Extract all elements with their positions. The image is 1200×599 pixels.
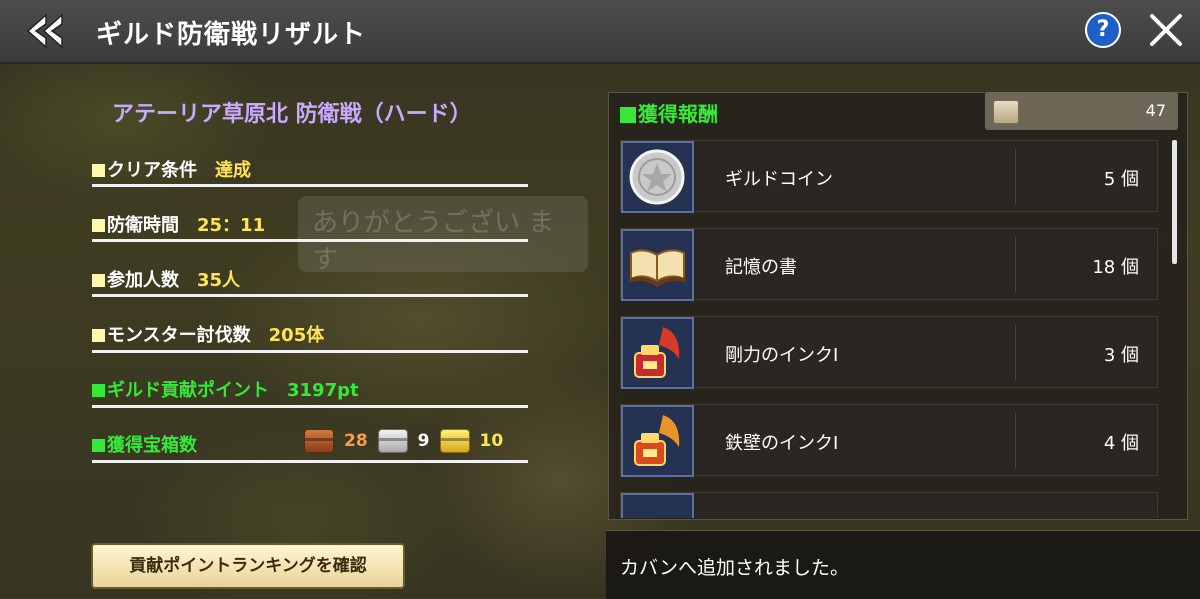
bullet-square bbox=[92, 164, 105, 177]
reward-list[interactable]: ギルドコイン 5 個 記憶の書 18 個 剛力のインクⅠ 3 個 鉄壁のインクⅠ… bbox=[620, 140, 1160, 518]
close-icon bbox=[1150, 14, 1182, 46]
reward-name: ギルドコイン bbox=[725, 169, 833, 190]
gold-chest-icon bbox=[439, 429, 470, 453]
reward-row[interactable]: 記憶の書 18 個 bbox=[620, 228, 1158, 301]
reward-row[interactable]: ギルドコイン 5 個 bbox=[620, 140, 1158, 213]
ink-icon bbox=[621, 405, 694, 477]
ink-icon bbox=[621, 317, 694, 389]
stat-clear-condition: クリア条件 達成 bbox=[92, 156, 528, 182]
reward-name: 鉄壁のインクⅠ bbox=[725, 433, 839, 454]
bullet-square bbox=[92, 329, 105, 342]
divider bbox=[92, 239, 528, 242]
reward-header: 獲得報酬 bbox=[620, 98, 718, 127]
silver-chest-icon bbox=[377, 429, 408, 453]
divider bbox=[1015, 149, 1016, 205]
bronze-chest-count: 28 bbox=[344, 431, 368, 451]
book-icon bbox=[621, 229, 694, 301]
divider bbox=[92, 405, 528, 408]
reward-row[interactable]: 鉄壁のインクⅠ 4 個 bbox=[620, 404, 1158, 477]
reward-quantity: 18 個 bbox=[1092, 257, 1139, 278]
stat-defense-time: 防衛時間 25：11 bbox=[92, 211, 528, 237]
bullet-square bbox=[92, 219, 105, 232]
page-title: ギルド防衛戦リザルト bbox=[96, 20, 367, 50]
bullet-square bbox=[620, 107, 636, 123]
divider bbox=[92, 350, 528, 353]
close-button[interactable] bbox=[1146, 10, 1186, 50]
bullet-square bbox=[92, 384, 105, 397]
divider bbox=[92, 294, 528, 297]
bronze-chest-icon bbox=[304, 429, 334, 453]
divider bbox=[92, 460, 528, 463]
bag-count-box: 47 bbox=[985, 92, 1178, 130]
back-arrow-icon bbox=[26, 13, 63, 49]
divider bbox=[1015, 325, 1016, 381]
divider bbox=[1015, 237, 1016, 293]
divider bbox=[92, 184, 528, 187]
bullet-square bbox=[92, 439, 105, 452]
reward-row[interactable]: 剛力のインクⅠ 3 個 bbox=[620, 316, 1158, 389]
reward-quantity: 3 個 bbox=[1103, 345, 1139, 366]
reward-name: 剛力のインクⅠ bbox=[725, 345, 839, 366]
reward-list-scrollbar[interactable] bbox=[1172, 140, 1177, 264]
gold-chest-count: 10 bbox=[479, 431, 504, 451]
bag-icon bbox=[993, 100, 1019, 124]
reward-name: 記憶の書 bbox=[725, 257, 797, 278]
stat-guild-points: ギルド貢献ポイント 3197pt bbox=[92, 376, 528, 402]
toast-notification: カバンへ追加されました。 bbox=[606, 530, 1200, 599]
help-button[interactable]: ? bbox=[1085, 12, 1121, 48]
stat-participants: 参加人数 35人 bbox=[92, 266, 528, 292]
ranking-button[interactable]: 貢献ポイントランキングを確認 bbox=[91, 543, 405, 589]
coin-icon bbox=[621, 141, 694, 213]
silver-chest-count: 9 bbox=[417, 431, 430, 451]
reward-quantity: 5 個 bbox=[1103, 169, 1139, 190]
reward-quantity: 4 個 bbox=[1103, 433, 1139, 454]
stage-title: アテーリア草原北 防衛戦（ハード） bbox=[112, 102, 472, 127]
ink-icon bbox=[621, 493, 694, 518]
bag-count: 47 bbox=[1145, 101, 1166, 120]
reward-row-partial[interactable] bbox=[620, 492, 1158, 518]
header-bar: ギルド防衛戦リザルト ? bbox=[0, 0, 1200, 64]
stat-monsters-defeated: モンスター討伐数 205体 bbox=[92, 321, 528, 347]
divider bbox=[1015, 413, 1016, 469]
bullet-square bbox=[92, 274, 105, 287]
toast-message: カバンへ追加されました。 bbox=[620, 557, 849, 579]
chest-counts: 28 9 10 bbox=[304, 426, 503, 456]
back-button[interactable] bbox=[24, 11, 66, 51]
